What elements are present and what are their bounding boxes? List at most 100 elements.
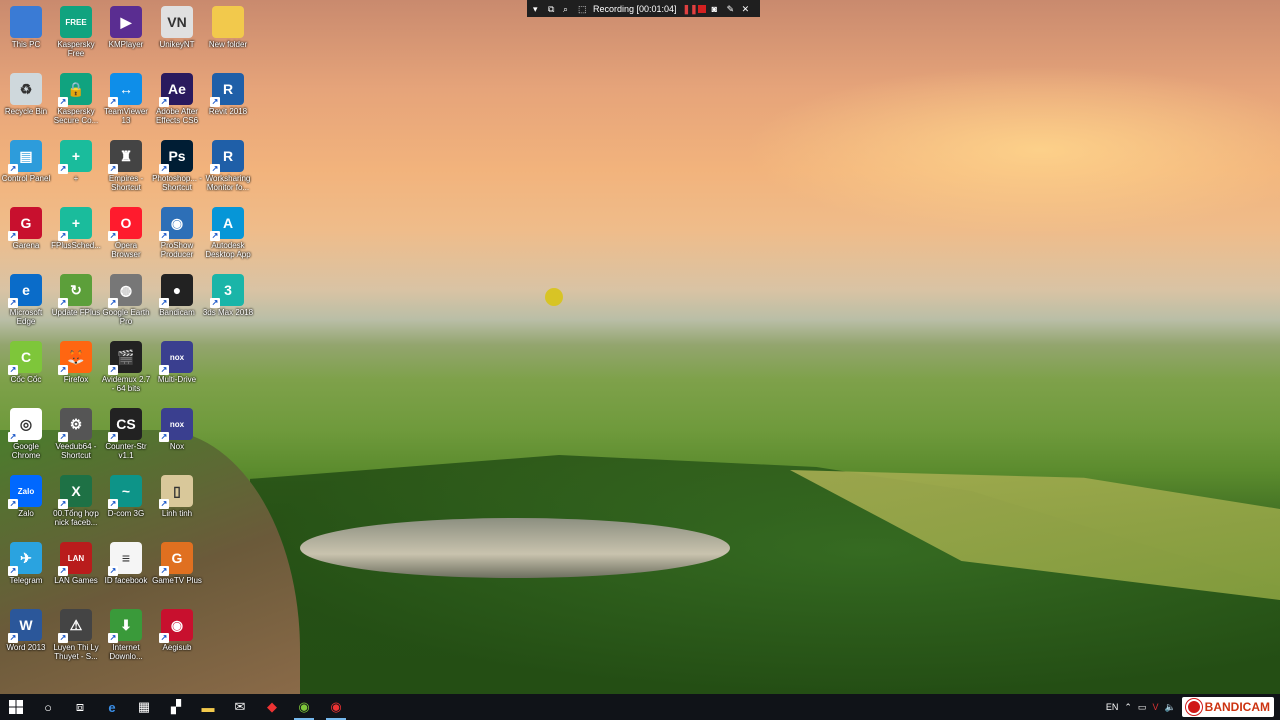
app-icon-glyph: ⚙	[69, 415, 83, 432]
taskbar-garena[interactable]: ◆	[256, 694, 288, 720]
desktop-icon[interactable]: ▤ Control Panel	[0, 140, 52, 183]
desktop-icon-label: UnikeyNT	[159, 40, 195, 49]
app-icon-glyph: ●	[172, 282, 182, 298]
desktop-icon[interactable]: ◉ ProShow Producer	[151, 207, 203, 259]
desktop-icon[interactable]: VN UnikeyNT	[151, 6, 203, 49]
app-icon-glyph: ↔	[119, 81, 133, 97]
window-mode-icon[interactable]: ⧉	[548, 4, 557, 14]
desktop-icon[interactable]: nox Nox	[151, 408, 203, 451]
desktop-icon[interactable]: ++	[50, 140, 102, 183]
desktop-icon[interactable]: nox Multi-Drive	[151, 341, 203, 384]
desktop-icon[interactable]: + FPlusSched...	[50, 207, 102, 250]
desktop-icon[interactable]: R Revit 2018	[202, 73, 254, 116]
taskbar-coccoc[interactable]: ◉	[288, 694, 320, 720]
app-icon: e	[8, 274, 42, 308]
desktop-icon-label: 3ds Max 2018	[202, 308, 254, 317]
desktop-icon-label: Bandicam	[159, 308, 195, 317]
desktop-icon[interactable]: 🔒 Kaspersky Secure Co...	[50, 73, 102, 125]
desktop-icon-label: Avidemux 2.7 - 64 bits	[101, 375, 151, 393]
desktop-icon[interactable]: G Garena	[0, 207, 52, 250]
desktop-icon[interactable]: e Microsoft Edge	[0, 274, 52, 326]
desktop-icon[interactable]: ~ D-com 3G	[100, 475, 152, 518]
desktop-icon[interactable]: ● Bandicam	[151, 274, 203, 317]
desktop-icon[interactable]: ▯ Linh tinh	[151, 475, 203, 518]
app-icon: G	[159, 542, 193, 576]
desktop-icon-label: Firefox	[63, 375, 89, 384]
desktop-icon[interactable]: ♜ Empires - Shortcut	[100, 140, 152, 192]
desktop-icon[interactable]: ≡ ID facebook	[100, 542, 152, 585]
app-icon: Zalo	[8, 475, 42, 509]
desktop-icon-label: Adobe After Effects CS6	[155, 107, 199, 125]
taskbar-unikey[interactable]: ▞	[160, 694, 192, 720]
desktop-icon[interactable]: ✈ Telegram	[0, 542, 52, 585]
desktop-icon[interactable]: ↔ TeamViewer 13	[100, 73, 152, 125]
search-icon[interactable]: ⌕	[563, 4, 572, 14]
app-icon: LAN	[58, 542, 92, 576]
app-icon: ▤	[8, 140, 42, 174]
desktop-icon[interactable]: 3 3ds Max 2018	[202, 274, 254, 317]
desktop-icon[interactable]: ⚙ Veedub64 - Shortcut	[50, 408, 102, 460]
desktop-icon[interactable]: ⬇ Internet Downlo...	[100, 609, 152, 661]
region-select-icon[interactable]: ⬚	[578, 4, 587, 14]
desktop-icon[interactable]: ⚠ Luyen Thi Ly Thuyet - S...	[50, 609, 102, 661]
desktop-icon[interactable]: Zalo Zalo	[0, 475, 52, 518]
network-icon[interactable]: ▭	[1138, 702, 1147, 713]
desktop-icon[interactable]: R Worksharing Monitor fo...	[202, 140, 254, 192]
app-icon: ⚠	[58, 609, 92, 643]
desktop-icon[interactable]: ◍ Google Earth Pro	[100, 274, 152, 326]
desktop-icon-label: This PC	[11, 40, 41, 49]
desktop-icon[interactable]: ◉ Aegisub	[151, 609, 203, 652]
pause-icon[interactable]: ❚❚	[683, 4, 698, 14]
desktop-icon[interactable]: This PC	[0, 6, 52, 49]
desktop-icon[interactable]: 🦊 Firefox	[50, 341, 102, 384]
taskbar: ○ ⧈ e ▦ ▞ ▬ ✉ ◆ ◉ ◉ EN ⌃ ▭ V 🔈 BANDICAM	[0, 694, 1280, 720]
system-tray: EN ⌃ ▭ V 🔈 BANDICAM	[1106, 694, 1280, 720]
app-icon: nox	[159, 341, 193, 375]
app-icon: ♻	[10, 73, 42, 105]
desktop-icon[interactable]: Ps Photoshop... - Shortcut	[151, 140, 203, 192]
pencil-icon[interactable]: ✎	[727, 4, 736, 14]
chevron-down-icon[interactable]: ▾	[533, 4, 542, 14]
close-icon[interactable]: ✕	[742, 4, 751, 14]
language-indicator[interactable]: EN	[1106, 702, 1119, 712]
camera-icon[interactable]: ◙	[712, 4, 721, 14]
app-icon-glyph: ◉	[170, 616, 184, 633]
chevron-up-icon[interactable]: ⌃	[1124, 702, 1132, 713]
taskbar-calculator[interactable]: ▦	[128, 694, 160, 720]
app-icon-glyph: ✈	[20, 549, 32, 566]
desktop-icon-label: LAN Games	[54, 576, 98, 585]
antivirus-tray-icon[interactable]: V	[1152, 702, 1158, 712]
desktop-icon[interactable]: G GameTV Plus	[151, 542, 203, 585]
desktop-icon[interactable]: ↻ Update FPlus	[50, 274, 102, 317]
stop-icon[interactable]	[697, 4, 706, 13]
task-view-button[interactable]: ⧈	[64, 694, 96, 720]
desktop-icon[interactable]: A Autodesk Desktop App	[202, 207, 254, 259]
desktop-icon[interactable]: C Cốc Cốc	[0, 341, 52, 384]
taskbar-bandicam[interactable]: ◉	[320, 694, 352, 720]
app-icon: +	[58, 140, 92, 174]
desktop-icon[interactable]: CS Counter-Str v1.1	[100, 408, 152, 460]
desktop-icon[interactable]: Ae Adobe After Effects CS6	[151, 73, 203, 125]
desktop-icon[interactable]: W Word 2013	[0, 609, 52, 652]
desktop-icon[interactable]: O Opera Browser	[100, 207, 152, 259]
taskbar-edge[interactable]: e	[96, 694, 128, 720]
desktop-icon[interactable]: X 00.Tổng hợp nick faceb...	[50, 475, 102, 527]
desktop-icon[interactable]: LAN LAN Games	[50, 542, 102, 585]
desktop-icon[interactable]: ▶ KMPlayer	[100, 6, 152, 49]
search-button[interactable]: ○	[32, 694, 64, 720]
app-icon-glyph: ♻	[19, 80, 33, 97]
app-icon: Ps	[159, 140, 193, 174]
volume-icon[interactable]: 🔈	[1164, 702, 1175, 713]
desktop-icon[interactable]: ♻ Recycle Bin	[0, 73, 52, 116]
desktop-icon[interactable]: FREE Kaspersky Free	[50, 6, 102, 58]
start-button[interactable]	[0, 694, 32, 720]
taskbar-file-explorer[interactable]: ▬	[192, 694, 224, 720]
app-icon-glyph: 3	[224, 282, 232, 298]
desktop-icon-label: Control Panel	[1, 174, 51, 183]
desktop-icon[interactable]: ◎ Google Chrome	[0, 408, 52, 460]
app-icon-glyph: 🦊	[67, 348, 85, 365]
desktop-icon[interactable]: New folder	[202, 6, 254, 49]
taskbar-mail[interactable]: ✉	[224, 694, 256, 720]
desktop-icon[interactable]: 🎬 Avidemux 2.7 - 64 bits	[100, 341, 152, 393]
app-icon: +	[58, 207, 92, 241]
